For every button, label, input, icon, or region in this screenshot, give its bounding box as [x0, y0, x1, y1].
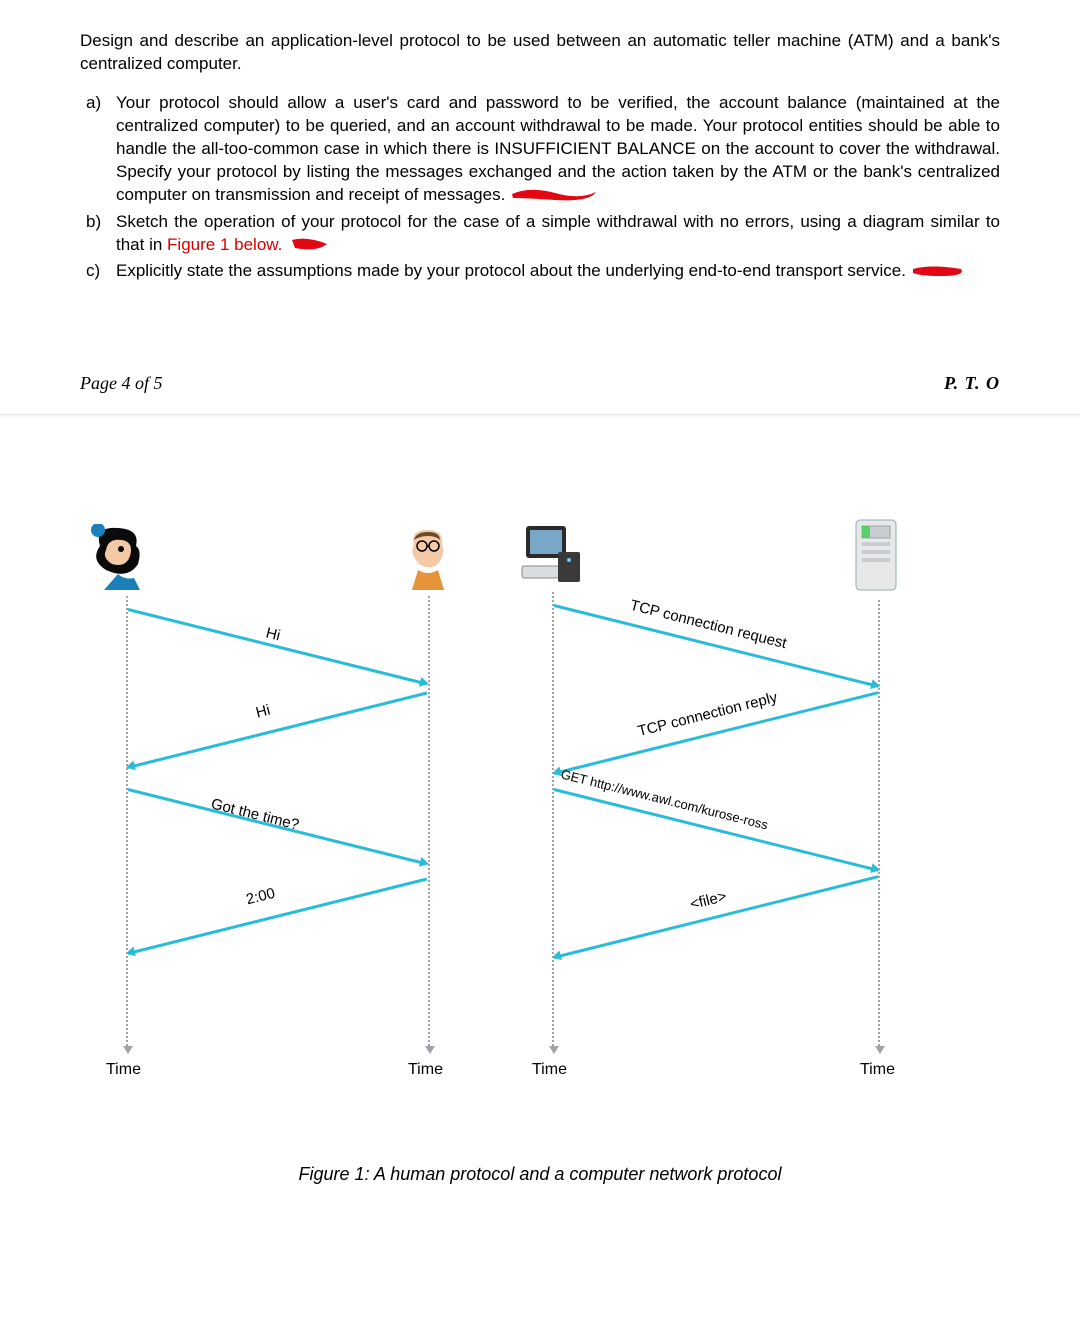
question-subparts: a) Your protocol should allow a user's c…: [80, 92, 1000, 284]
text-c: Explicitly state the assumptions made by…: [116, 261, 906, 280]
msg-hi-2: Hi: [254, 702, 272, 722]
timeline-person1: [126, 596, 128, 1046]
page-footer: Page 4 of 5 P. T. O: [80, 373, 1000, 394]
timeline-person2: [428, 596, 430, 1046]
question-intro: Design and describe an application-level…: [80, 30, 1000, 76]
msg-arrow-left: [128, 878, 428, 955]
timeline-server: [878, 600, 880, 1046]
msg-arrow-right: [554, 788, 879, 872]
redaction-mark-icon: [287, 236, 337, 254]
redaction-mark-icon: [510, 186, 600, 204]
msg-arrow-left: [128, 692, 428, 769]
woman-icon: [88, 524, 162, 599]
marker-c: c): [86, 260, 100, 283]
man-icon: [400, 526, 458, 599]
msg-time-value: 2:00: [244, 885, 276, 909]
msg-arrow-left: [554, 876, 879, 960]
marker-b: b): [86, 211, 101, 234]
subpart-a: a) Your protocol should allow a user's c…: [116, 92, 1000, 207]
pto-note: P. T. O: [944, 373, 1000, 394]
time-label: Time: [106, 1061, 141, 1079]
time-label: Time: [408, 1061, 443, 1079]
msg-arrow-right: [128, 608, 428, 685]
page-number: Page 4 of 5: [80, 373, 163, 394]
time-label: Time: [860, 1061, 895, 1079]
msg-hi-1: Hi: [264, 625, 282, 645]
subpart-c: c) Explicitly state the assumptions made…: [116, 260, 1000, 283]
marker-a: a): [86, 92, 101, 115]
timeline-client: [552, 592, 554, 1046]
msg-got-time: Got the time?: [209, 796, 300, 834]
subpart-b: b) Sketch the operation of your protocol…: [116, 211, 1000, 257]
server-icon: [850, 516, 906, 603]
figure-ref: Figure 1 below.: [167, 235, 282, 254]
computer-icon: [520, 522, 584, 593]
page-divider: [0, 414, 1080, 416]
time-label: Time: [532, 1061, 567, 1079]
msg-file: <file>: [688, 888, 728, 913]
redaction-mark-icon: [911, 263, 971, 281]
figure-1: Time Time Time Time Hi Hi Got the time? …: [80, 516, 1000, 1156]
figure-caption: Figure 1: A human protocol and a compute…: [80, 1164, 1000, 1185]
